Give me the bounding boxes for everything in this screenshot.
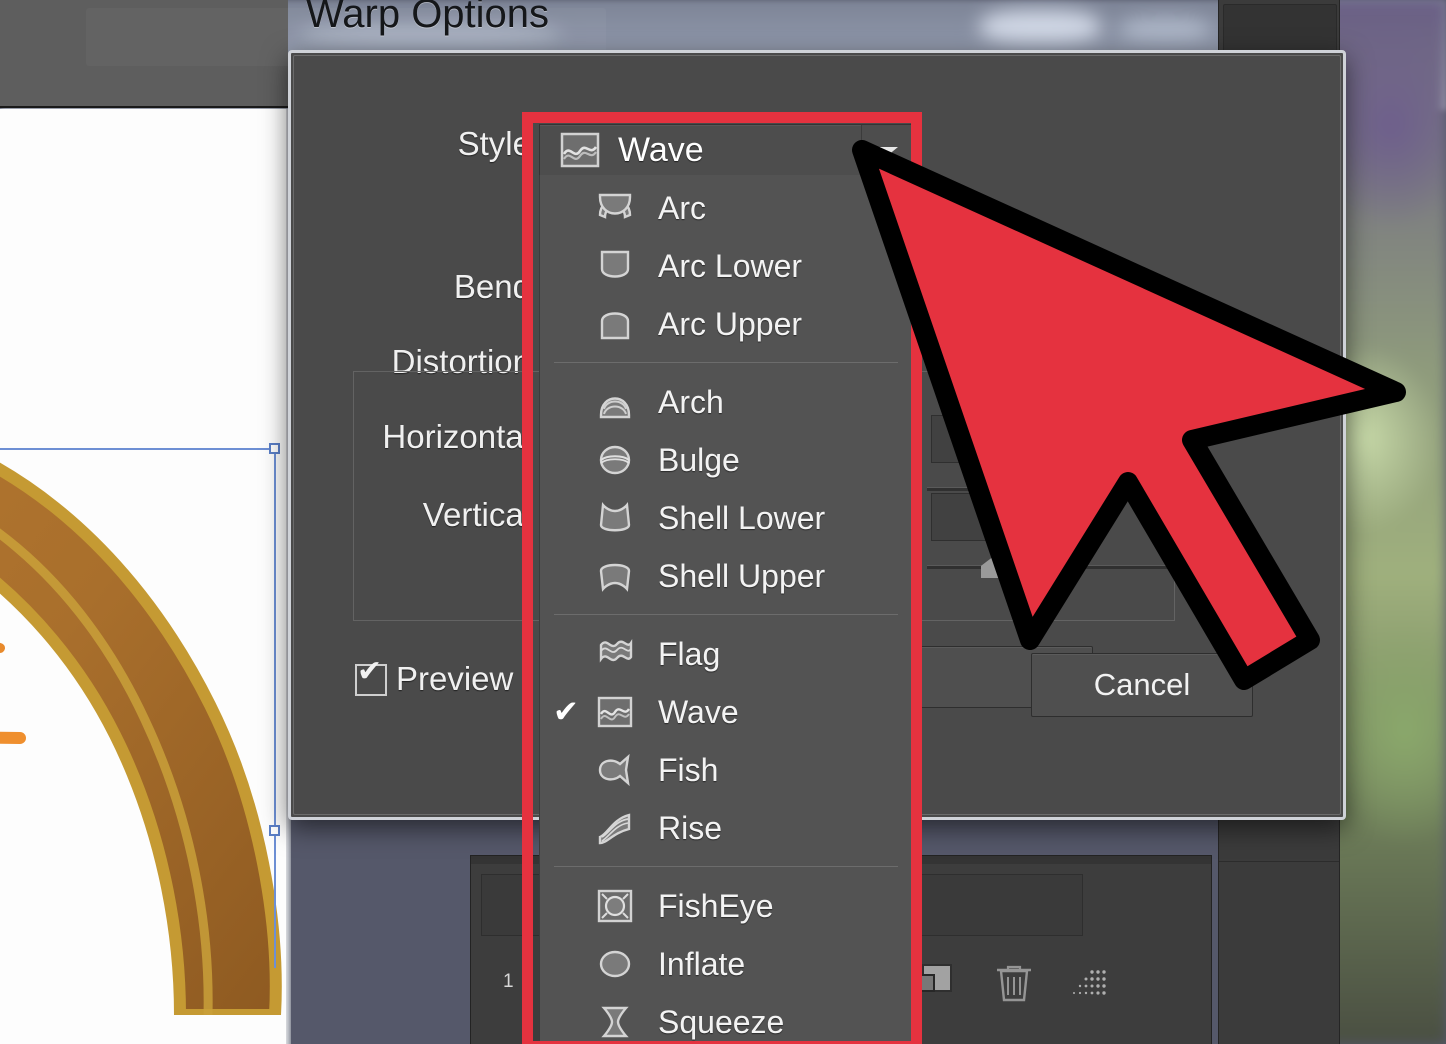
menu-item-wave[interactable]: ✔ Wave bbox=[540, 683, 912, 741]
squeeze-icon bbox=[592, 1002, 638, 1042]
menu-separator bbox=[554, 362, 898, 363]
dither-icon[interactable] bbox=[1064, 968, 1108, 1002]
menu-separator bbox=[554, 614, 898, 615]
menu-item-label: Flag bbox=[658, 635, 721, 672]
fish-icon bbox=[592, 750, 638, 790]
horizontal-field[interactable] bbox=[931, 415, 1063, 463]
inflate-icon bbox=[592, 944, 638, 984]
screen: cy 1 Warp Options bbox=[0, 0, 1446, 1044]
menu-item-fish[interactable]: Fish bbox=[540, 741, 912, 799]
selection-handle-top-right[interactable] bbox=[269, 443, 280, 454]
left-toolbar-strip bbox=[0, 0, 288, 108]
dialog-title: Warp Options bbox=[306, 0, 550, 36]
flag-icon bbox=[592, 634, 638, 674]
menu-item-arch[interactable]: Arch bbox=[540, 373, 912, 431]
menu-item-arc-upper[interactable]: Arc Upper bbox=[540, 295, 912, 353]
style-dropdown-menu[interactable]: Arc Arc Lower Arc Upper Arch Bulge Shell Lowe… bbox=[539, 175, 913, 1044]
vertical-slider-track[interactable] bbox=[927, 565, 1197, 569]
menu-item-inflate[interactable]: Inflate bbox=[540, 935, 912, 993]
preview-checkbox-tick: ✔ bbox=[357, 655, 383, 688]
new-layer-icon[interactable] bbox=[914, 961, 956, 1003]
style-combobox[interactable]: Wave bbox=[539, 124, 913, 176]
bend-label: Bend bbox=[453, 268, 531, 305]
bend-slider-track[interactable] bbox=[927, 338, 1197, 342]
menu-item-squeeze[interactable]: Squeeze bbox=[540, 993, 912, 1044]
menu-item-label: Arch bbox=[658, 383, 724, 420]
arc-upper-icon bbox=[592, 304, 638, 344]
menu-item-bulge[interactable]: Bulge bbox=[540, 431, 912, 489]
rise-icon bbox=[592, 808, 638, 848]
selection-bound-right bbox=[274, 448, 276, 968]
menu-item-label: Bulge bbox=[658, 441, 740, 478]
menu-item-label: Arc Lower bbox=[658, 247, 803, 284]
vertical-label: Vertical bbox=[422, 496, 531, 533]
style-label: Style bbox=[457, 125, 531, 162]
menu-item-arc[interactable]: Arc bbox=[540, 179, 912, 237]
bulge-icon bbox=[592, 440, 638, 480]
menu-item-checkmark: ✔ bbox=[553, 694, 579, 729]
fisheye-icon bbox=[592, 886, 638, 926]
menu-item-rise[interactable]: Rise bbox=[540, 799, 912, 857]
menu-item-label: FishEye bbox=[658, 887, 774, 924]
menu-item-label: Rise bbox=[658, 809, 723, 846]
menu-item-shell-lower[interactable]: Shell Lower bbox=[540, 489, 912, 547]
trash-icon[interactable] bbox=[993, 960, 1035, 1004]
menu-item-label: Arc Upper bbox=[658, 305, 803, 342]
menu-item-label: Inflate bbox=[658, 945, 746, 982]
wave-icon bbox=[592, 692, 638, 732]
bend-slider-thumb[interactable] bbox=[981, 329, 1007, 351]
menu-item-label: Wave bbox=[658, 693, 739, 730]
arch-icon bbox=[592, 382, 638, 422]
menu-item-fisheye[interactable]: FishEye bbox=[540, 877, 912, 935]
shell-lower-icon bbox=[592, 498, 638, 538]
mouse-pointer-icon bbox=[868, 148, 900, 196]
layer-count: 1 bbox=[503, 971, 514, 992]
menu-item-flag[interactable]: Flag bbox=[540, 625, 912, 683]
menu-item-label: Arc bbox=[658, 189, 706, 226]
watch-artwork bbox=[0, 455, 300, 1015]
selection-bound-top bbox=[0, 448, 280, 450]
shell-upper-icon bbox=[592, 556, 638, 596]
horizontal-label: Horizontal bbox=[382, 418, 531, 455]
arc-icon bbox=[592, 188, 638, 228]
menu-item-label: Shell Upper bbox=[658, 557, 826, 594]
selection-handle-bottom-right[interactable] bbox=[269, 825, 280, 836]
menu-item-arc-lower[interactable]: Arc Lower bbox=[540, 237, 912, 295]
menu-item-shell-upper[interactable]: Shell Upper bbox=[540, 547, 912, 605]
cancel-button[interactable]: Cancel bbox=[1031, 653, 1253, 717]
menu-separator bbox=[554, 866, 898, 867]
vertical-field[interactable] bbox=[931, 493, 1063, 541]
watch-band-illustration bbox=[0, 462, 282, 1015]
horizontal-slider-track[interactable] bbox=[927, 487, 1197, 491]
menu-item-label: Shell Lower bbox=[658, 499, 826, 536]
menu-item-label: Fish bbox=[658, 751, 719, 788]
menu-item-label: Squeeze bbox=[658, 1003, 785, 1040]
style-combobox-value: Wave bbox=[618, 131, 704, 169]
bend-field[interactable] bbox=[931, 263, 1063, 311]
arc-lower-icon bbox=[592, 246, 638, 286]
wave-icon bbox=[560, 132, 600, 168]
